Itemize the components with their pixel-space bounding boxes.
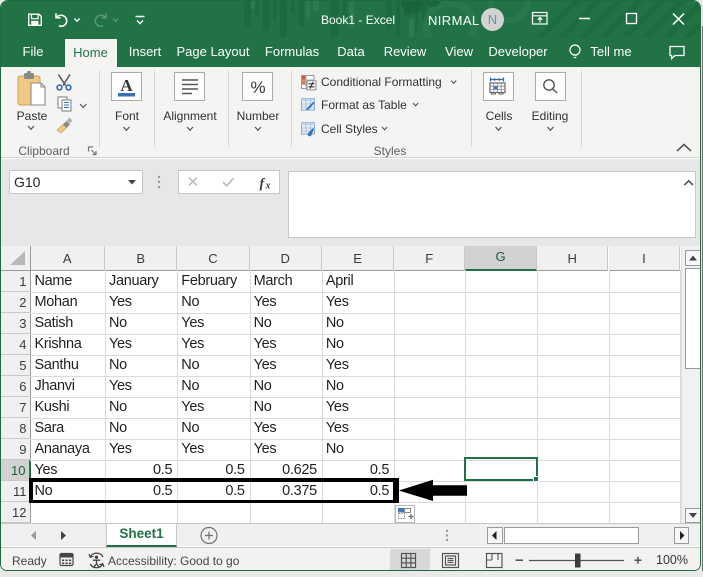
svg-text:%: %: [250, 78, 265, 97]
svg-text:x: x: [265, 181, 271, 192]
svg-text:100%: 100%: [656, 553, 688, 567]
svg-text:A: A: [120, 76, 133, 95]
